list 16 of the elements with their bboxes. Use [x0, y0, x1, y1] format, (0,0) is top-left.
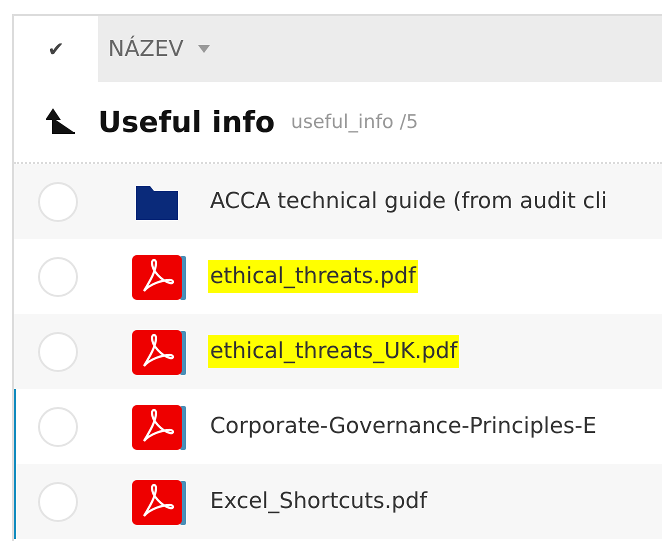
row-select-circle[interactable]	[38, 406, 78, 446]
caret-icon	[198, 45, 210, 53]
row-select-circle[interactable]	[38, 482, 78, 522]
file-name[interactable]: Excel_Shortcuts.pdf	[208, 485, 430, 518]
row-select-circle[interactable]	[38, 182, 78, 222]
row-select-circle[interactable]	[38, 256, 78, 296]
select-all-check[interactable]: ✔	[14, 16, 98, 82]
file-name[interactable]: ethical_threats.pdf	[208, 260, 418, 293]
row-select-circle[interactable]	[38, 332, 78, 372]
file-name[interactable]: Corporate-Governance-Principles-E	[208, 410, 598, 443]
folder-path: useful_info /5	[290, 111, 418, 133]
folder-title: Useful info	[98, 105, 275, 139]
file-name[interactable]: ethical_threats_UK.pdf	[208, 335, 460, 368]
up-folder-icon[interactable]	[46, 108, 76, 136]
marked-row[interactable]: Excel_Shortcuts.pdf	[14, 464, 662, 539]
name-column-header[interactable]: NÁZEV	[98, 16, 662, 82]
